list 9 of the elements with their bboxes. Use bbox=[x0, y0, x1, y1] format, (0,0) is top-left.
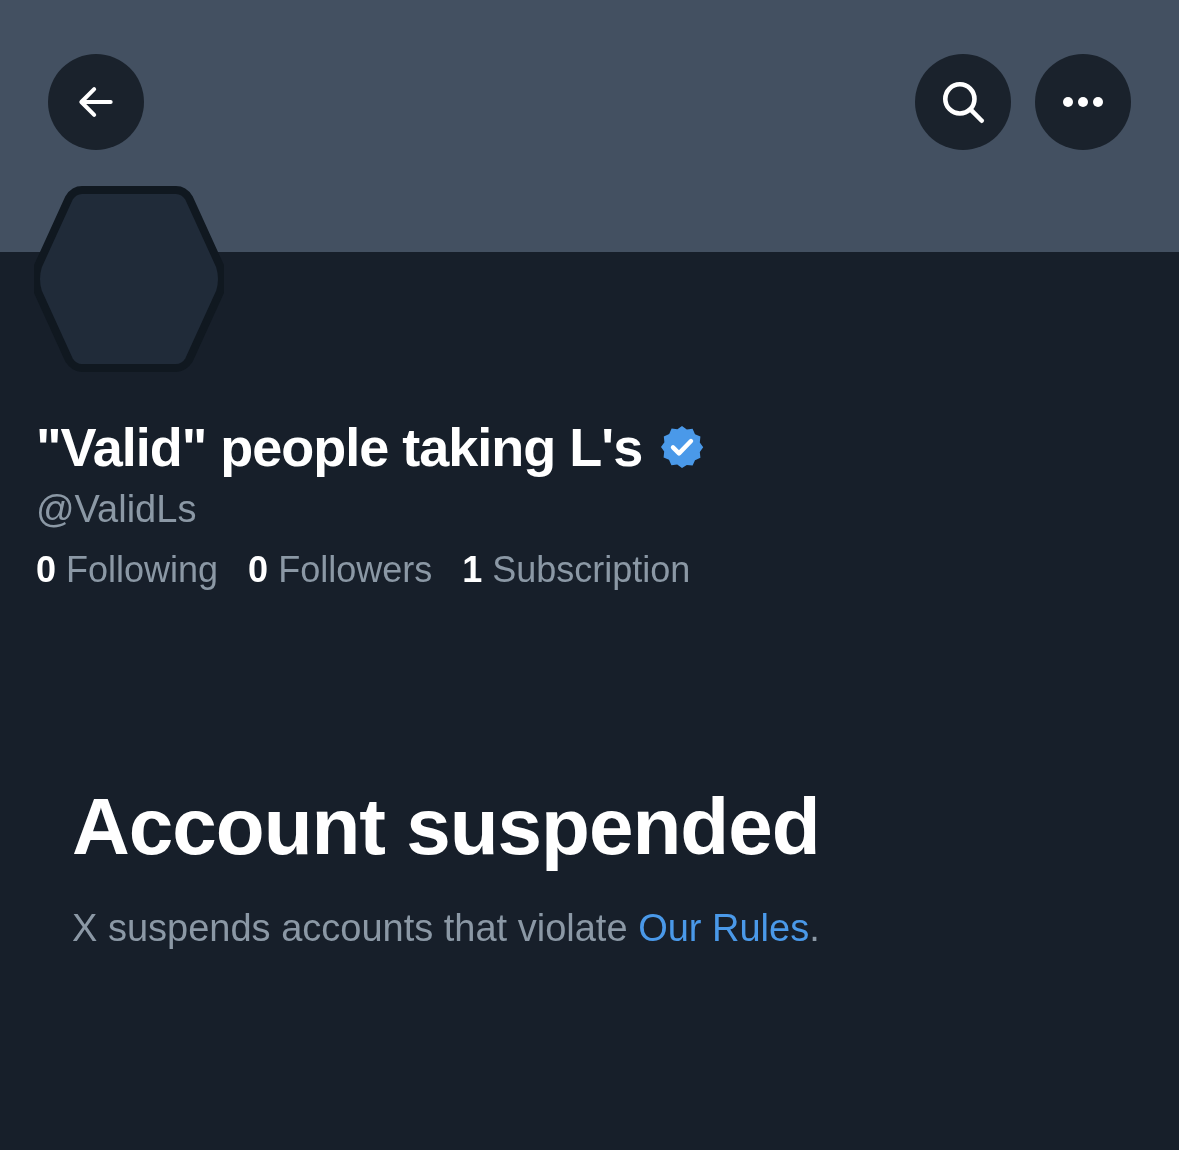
notice-title: Account suspended bbox=[72, 781, 821, 873]
more-icon bbox=[1061, 96, 1105, 108]
notice-text: X suspends accounts that violate Our Rules. bbox=[72, 907, 821, 950]
profile-name: "Valid" people taking L's bbox=[36, 416, 643, 478]
stat-link[interactable]: 1 Subscription bbox=[462, 549, 691, 591]
profile-handle: @ValidLs bbox=[36, 488, 198, 531]
stat-link[interactable]: 0 Following bbox=[36, 549, 219, 591]
rules-link[interactable]: Our Rules bbox=[638, 907, 810, 949]
stat-link[interactable]: 0 Followers bbox=[248, 549, 433, 591]
